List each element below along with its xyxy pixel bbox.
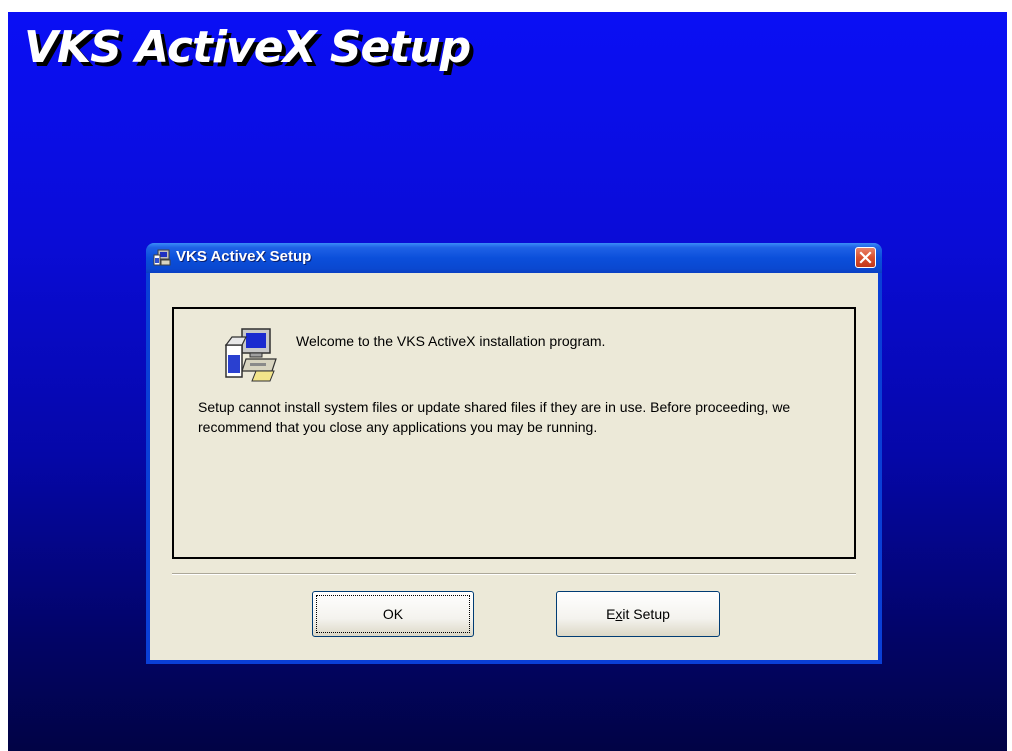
dialog-client-area: Welcome to the VKS ActiveX installation … [150, 273, 878, 660]
dialog-title: VKS ActiveX Setup [176, 248, 312, 265]
close-icon [859, 251, 872, 264]
setup-computer-icon [153, 249, 171, 266]
setup-dialog: VKS ActiveX Setup Welcome to the VKS Act… [146, 243, 882, 664]
dialog-titlebar[interactable]: VKS ActiveX Setup [146, 243, 882, 273]
welcome-text: Welcome to the VKS ActiveX installation … [296, 333, 606, 349]
separator [172, 573, 856, 575]
setup-computer-icon [224, 328, 277, 382]
ok-button-label: OK [382, 606, 404, 622]
message-frame: Welcome to the VKS ActiveX installation … [172, 307, 856, 559]
exit-button-label: Exit Setup [606, 606, 670, 622]
close-button[interactable] [855, 247, 876, 268]
setup-message: Setup cannot install system files or upd… [198, 399, 791, 435]
exit-setup-button[interactable]: Exit Setup [556, 591, 720, 637]
banner-title: VKS ActiveX Setup [24, 22, 471, 73]
ok-button[interactable]: OK [312, 591, 474, 637]
setup-background: VKS ActiveX Setup VKS ActiveX Setup Welc… [8, 12, 1007, 751]
